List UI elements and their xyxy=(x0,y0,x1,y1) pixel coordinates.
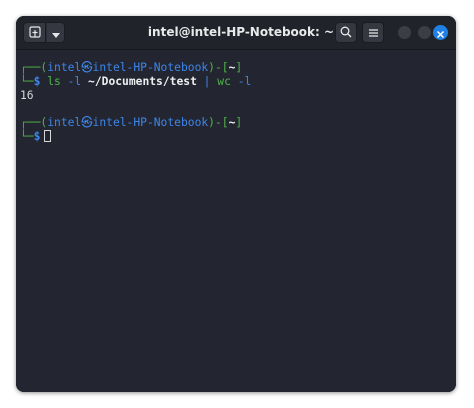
command-argument: -l xyxy=(60,75,89,88)
command-name: wc xyxy=(217,75,231,88)
search-button[interactable] xyxy=(335,22,357,43)
prompt-host: intel-HP-Notebook xyxy=(92,61,209,74)
prompt-dollar: $ xyxy=(33,130,41,143)
prompt-host: intel-HP-Notebook xyxy=(92,116,209,129)
prompt-frame: )-[ xyxy=(208,116,229,129)
prompt-user: intel xyxy=(47,116,82,129)
prompt-frame: └─ xyxy=(20,75,34,88)
terminal-window: intel@intel-HP-Notebook: ~ ┌──(intel㉿int… xyxy=(16,16,456,392)
terminal-output-area[interactable]: ┌──(intel㉿intel-HP-Notebook)-[~] └─$ ls … xyxy=(16,50,456,392)
minimize-button[interactable] xyxy=(398,26,411,39)
command-line: └─$ ls -l ~/Documents/test | wc -l xyxy=(20,75,251,89)
new-tab-icon xyxy=(28,23,41,42)
prompt-frame: ] xyxy=(235,116,243,129)
prompt-frame: ] xyxy=(235,61,243,74)
prompt-frame: )-[ xyxy=(208,61,229,74)
command-argument: -l xyxy=(230,75,252,88)
window-title: intel@intel-HP-Notebook: ~ xyxy=(147,25,335,39)
prompt-at-symbol: ㉿ xyxy=(81,61,93,74)
title-bar: intel@intel-HP-Notebook: ~ xyxy=(16,16,456,50)
command-line: └─$ xyxy=(20,130,52,144)
prompt-at-symbol: ㉿ xyxy=(81,116,93,129)
text-cursor xyxy=(44,130,52,142)
close-button[interactable] xyxy=(433,25,448,40)
prompt-frame: ┌──( xyxy=(20,61,48,74)
close-icon xyxy=(436,23,445,42)
prompt-dollar: $ xyxy=(33,75,48,88)
new-tab-button[interactable] xyxy=(23,22,46,43)
chevron-down-icon xyxy=(51,23,60,42)
prompt-frame: ┌──( xyxy=(20,116,48,129)
prompt-frame: └─ xyxy=(20,130,34,143)
main-menu-button[interactable] xyxy=(362,22,384,43)
prompt-line: ┌──(intel㉿intel-HP-Notebook)-[~] xyxy=(20,116,242,130)
hamburger-menu-icon xyxy=(368,23,379,42)
pipe-operator: | xyxy=(196,75,218,88)
maximize-button[interactable] xyxy=(418,26,431,39)
tab-menu-dropdown-button[interactable] xyxy=(46,22,65,43)
search-icon xyxy=(340,23,352,42)
prompt-line: ┌──(intel㉿intel-HP-Notebook)-[~] xyxy=(20,61,242,75)
prompt-user: intel xyxy=(47,61,82,74)
command-name: ls xyxy=(47,75,61,88)
command-output: 16 xyxy=(20,89,34,102)
command-path: ~/Documents/test xyxy=(88,75,197,88)
